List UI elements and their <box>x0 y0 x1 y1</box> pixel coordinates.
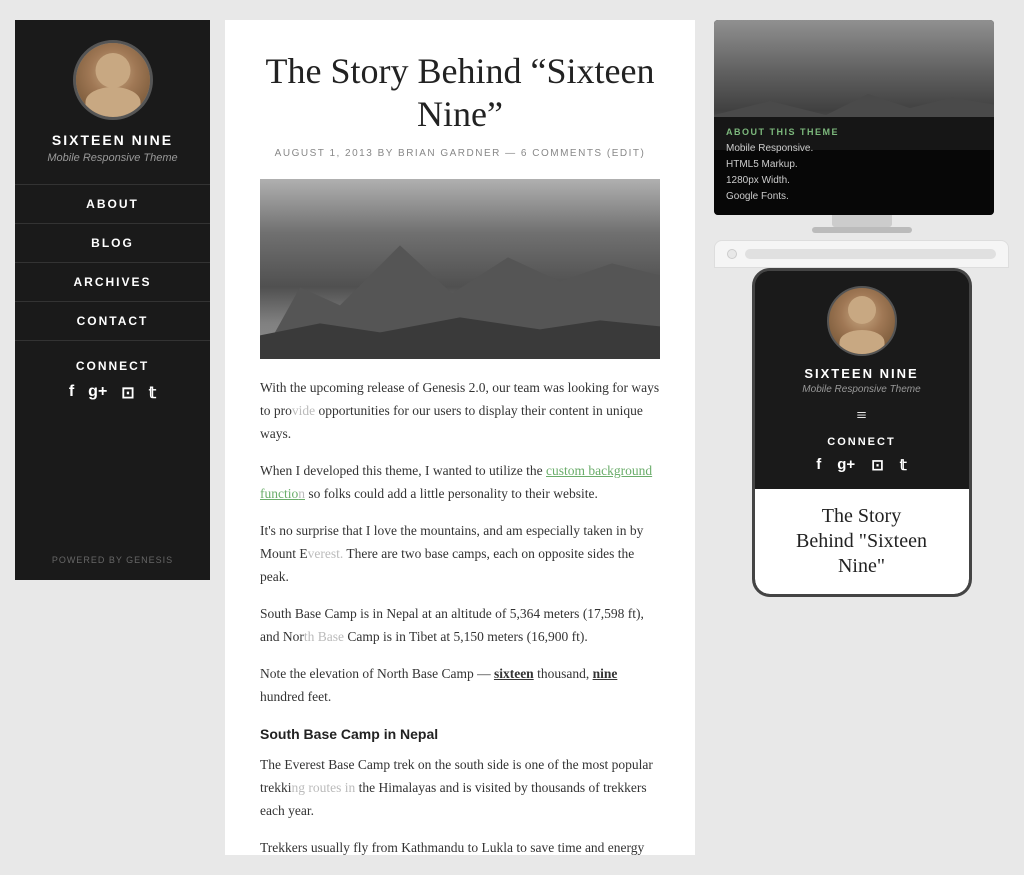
desktop-sidebar: SIXTEEN NINE Mobile Responsive Theme ABO… <box>15 20 210 580</box>
twitter-icon[interactable]: 𝕥 <box>149 383 156 403</box>
phone-instagram-icon[interactable]: ⊡ <box>871 456 884 474</box>
facebook-icon[interactable]: f <box>69 383 74 403</box>
phone-mockup: SIXTEEN NINE Mobile Responsive Theme ≡ C… <box>714 240 1009 730</box>
sidebar-nav: ABOUT BLOG ARCHIVES CONTACT <box>15 184 210 341</box>
avatar <box>73 40 153 120</box>
post-paragraph-6: The Everest Base Camp trek on the south … <box>260 754 660 823</box>
sidebar-item-blog[interactable]: BLOG <box>15 224 210 263</box>
post-paragraph-4: South Base Camp is in Nepal at an altitu… <box>260 603 660 649</box>
phone-site-subtitle: Mobile Responsive Theme <box>802 384 920 395</box>
site-subtitle: Mobile Responsive Theme <box>47 152 177 164</box>
post-title: The Story Behind “Sixteen Nine” <box>260 50 660 136</box>
monitor-overlay-text: Mobile Responsive.HTML5 Markup.1280px Wi… <box>726 141 982 205</box>
phone-twitter-icon[interactable]: 𝕥 <box>900 456 907 474</box>
instagram-icon[interactable]: ⊡ <box>121 383 134 403</box>
avatar-image <box>76 43 150 117</box>
phone-blog-title: The StoryBehind "SixteenNine" <box>767 504 957 579</box>
post-body: With the upcoming release of Genesis 2.0… <box>260 377 660 855</box>
highlight-sixteen: sixteen <box>494 666 534 681</box>
phone-frame: SIXTEEN NINE Mobile Responsive Theme ≡ C… <box>752 268 972 597</box>
post-paragraph-1: With the upcoming release of Genesis 2.0… <box>260 377 660 446</box>
monitor-overlay-title: ABOUT THIS THEME <box>726 127 982 137</box>
phone-googleplus-icon[interactable]: g+ <box>837 456 855 474</box>
browser-bar <box>714 240 1009 268</box>
highlight-nine: nine <box>593 666 618 681</box>
phone-blog-preview: The StoryBehind "SixteenNine" <box>755 489 969 594</box>
hamburger-icon[interactable]: ≡ <box>856 405 866 426</box>
connect-label: CONNECT <box>76 359 149 373</box>
post-image <box>260 179 660 359</box>
phone-connect-label: CONNECT <box>827 436 895 448</box>
phone-facebook-icon[interactable]: f <box>816 456 821 474</box>
post-paragraph-5: Note the elevation of North Base Camp — … <box>260 663 660 709</box>
sidebar-item-archives[interactable]: ARCHIVES <box>15 263 210 302</box>
site-title: SIXTEEN NINE <box>52 132 173 148</box>
main-content: The Story Behind “Sixteen Nine” AUGUST 1… <box>225 20 695 855</box>
custom-bg-link[interactable]: custom background function <box>260 463 652 501</box>
monitor-screen: ABOUT THIS THEME Mobile Responsive.HTML5… <box>714 20 994 215</box>
post-subheading: South Base Camp in Nepal <box>260 723 660 747</box>
phone-dark-content: SIXTEEN NINE Mobile Responsive Theme ≡ C… <box>755 271 969 489</box>
post-paragraph-7: Trekkers usually fly from Kathmandu to L… <box>260 837 660 855</box>
sidebar-item-about[interactable]: ABOUT <box>15 185 210 224</box>
post-paragraph-2: When I developed this theme, I wanted to… <box>260 460 660 506</box>
monitor-overlay: ABOUT THIS THEME Mobile Responsive.HTML5… <box>714 117 994 215</box>
phone-site-title: SIXTEEN NINE <box>804 366 918 381</box>
powered-by: POWERED BY GENESIS <box>52 555 173 565</box>
monitor-base <box>812 227 912 233</box>
social-icons: f g+ ⊡ 𝕥 <box>69 383 156 403</box>
phone-avatar <box>827 286 897 356</box>
googleplus-icon[interactable]: g+ <box>88 383 107 403</box>
post-meta: AUGUST 1, 2013 BY BRIAN GARDNER — 6 COMM… <box>260 148 660 159</box>
post-paragraph-3: It's no surprise that I love the mountai… <box>260 520 660 589</box>
desktop-mockup: ABOUT THIS THEME Mobile Responsive.HTML5… <box>714 20 1009 250</box>
monitor-stand <box>832 215 892 227</box>
sidebar-item-contact[interactable]: CONTACT <box>15 302 210 341</box>
phone-social-icons: f g+ ⊡ 𝕥 <box>816 456 907 474</box>
browser-address-bar <box>745 249 996 259</box>
browser-button-1 <box>727 249 737 259</box>
